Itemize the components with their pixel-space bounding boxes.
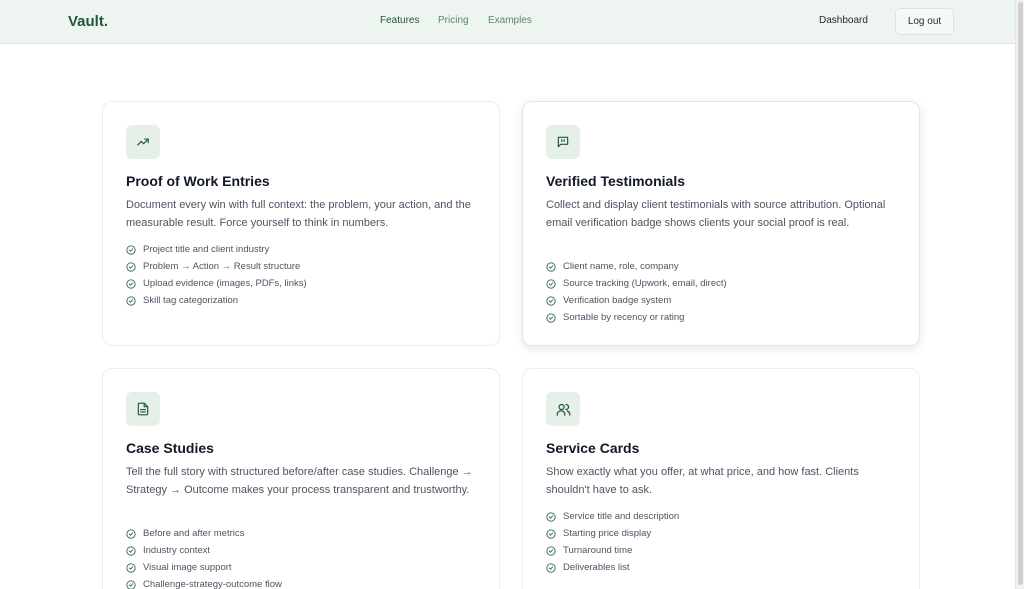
- check-circle-icon: [546, 545, 556, 556]
- nav-link-pricing[interactable]: Pricing: [438, 15, 469, 26]
- list-item: Starting price display: [546, 525, 679, 542]
- feature-label: Visual image support: [143, 562, 232, 573]
- feature-card-proof-of-work: Proof of Work Entries Document every win…: [102, 101, 500, 346]
- list-item: Problem → Action → Result structure: [126, 258, 307, 275]
- card-title: Verified Testimonials: [546, 173, 686, 189]
- logout-button[interactable]: Log out: [895, 8, 954, 35]
- feature-label: Before and after metrics: [143, 528, 245, 539]
- list-item: Visual image support: [126, 559, 282, 576]
- card-title: Proof of Work Entries: [126, 173, 270, 189]
- card-title: Service Cards: [546, 440, 640, 456]
- check-circle-icon: [126, 562, 136, 573]
- card-description: Tell the full story with structured befo…: [126, 466, 473, 496]
- check-circle-icon: [126, 528, 136, 539]
- check-circle-icon: [546, 562, 556, 573]
- check-circle-icon: [126, 278, 136, 289]
- nav-link-features[interactable]: Features: [380, 15, 419, 26]
- scrollbar-thumb[interactable]: [1018, 2, 1023, 585]
- list-item: Service title and description: [546, 508, 679, 525]
- card-description: Document every win with full context: th…: [126, 199, 471, 229]
- check-circle-icon: [126, 295, 136, 306]
- list-item: Client name, role, company: [546, 258, 727, 275]
- document-icon: [126, 392, 160, 426]
- feature-list: Service title and description Starting p…: [546, 508, 679, 576]
- check-circle-icon: [126, 261, 136, 272]
- feature-list: Project title and client industry Proble…: [126, 241, 307, 309]
- feature-card-service-cards: Service Cards Show exactly what you offe…: [522, 368, 920, 589]
- feature-label: Challenge-strategy-outcome flow: [143, 579, 282, 589]
- brand-logo[interactable]: Vault.: [68, 13, 108, 30]
- feature-label: Service title and description: [563, 511, 680, 522]
- feature-label: Deliverables list: [563, 562, 630, 573]
- list-item: Challenge-strategy-outcome flow: [126, 576, 282, 589]
- feature-label: Source tracking (Upwork, email, direct): [563, 278, 727, 289]
- check-circle-icon: [546, 511, 556, 522]
- list-item: Sortable by recency or rating: [546, 309, 727, 326]
- feature-label: Sortable by recency or rating: [563, 312, 685, 323]
- feature-list: Client name, role, company Source tracki…: [546, 258, 727, 326]
- check-circle-icon: [546, 278, 556, 289]
- nav-link-examples[interactable]: Examples: [488, 15, 532, 26]
- check-circle-icon: [126, 244, 136, 255]
- quote-message-icon: [546, 125, 580, 159]
- list-item: Source tracking (Upwork, email, direct): [546, 275, 727, 292]
- list-item: Industry context: [126, 542, 282, 559]
- feature-label: Industry context: [143, 545, 211, 556]
- feature-label: Skill tag categorization: [143, 295, 239, 306]
- feature-card-case-studies: Case Studies Tell the full story with st…: [102, 368, 500, 589]
- check-circle-icon: [126, 579, 136, 589]
- card-title: Case Studies: [126, 440, 214, 456]
- feature-label: Turnaround time: [563, 545, 633, 556]
- feature-label: Client name, role, company: [563, 261, 679, 272]
- check-circle-icon: [126, 545, 136, 556]
- feature-label: Upload evidence (images, PDFs, links): [143, 278, 307, 289]
- feature-list: Before and after metrics Industry contex…: [126, 525, 282, 589]
- list-item: Skill tag categorization: [126, 292, 307, 309]
- list-item: Before and after metrics: [126, 525, 282, 542]
- page-scrollbar[interactable]: [1015, 0, 1024, 589]
- list-item: Upload evidence (images, PDFs, links): [126, 275, 307, 292]
- feature-label: Verification badge system: [563, 295, 672, 306]
- feature-card-verified-testimonials: Verified Testimonials Collect and displa…: [522, 101, 920, 346]
- feature-label: Problem → Action → Result structure: [143, 261, 301, 272]
- list-item: Deliverables list: [546, 559, 679, 576]
- top-navbar: Vault. Features Pricing Examples Dashboa…: [0, 0, 1015, 44]
- check-circle-icon: [546, 312, 556, 323]
- card-description: Show exactly what you offer, at what pri…: [546, 466, 859, 496]
- feature-label: Starting price display: [563, 528, 652, 539]
- users-icon: [546, 392, 580, 426]
- feature-label: Project title and client industry: [143, 244, 270, 255]
- list-item: Turnaround time: [546, 542, 679, 559]
- check-circle-icon: [546, 528, 556, 539]
- check-circle-icon: [546, 261, 556, 272]
- trending-up-icon: [126, 125, 160, 159]
- card-description: Collect and display client testimonials …: [546, 199, 886, 229]
- list-item: Verification badge system: [546, 292, 727, 309]
- list-item: Project title and client industry: [126, 241, 307, 258]
- dashboard-link[interactable]: Dashboard: [819, 15, 868, 26]
- check-circle-icon: [546, 295, 556, 306]
